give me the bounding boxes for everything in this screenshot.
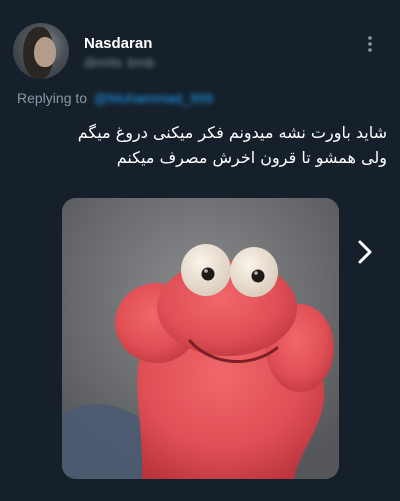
avatar-face (34, 37, 56, 67)
tweet-text-line: شاید باورت نشه میدونم فکر میکنی دروغ میگ… (77, 123, 387, 142)
author-name[interactable]: Nasdaran (84, 35, 152, 52)
replying-to-handle[interactable]: @Mohammad_999 (94, 90, 213, 106)
author-handle[interactable]: @milo_bmb (84, 56, 170, 68)
author-avatar[interactable] (13, 23, 69, 79)
tweet-text: شاید باورت نشه میدونم فکر میکنی دروغ میگ… (15, 120, 387, 170)
chevron-right-icon (352, 237, 378, 267)
replying-to-label: Replying to (17, 90, 88, 106)
replying-to: Replying to @Mohammad_999 (17, 90, 213, 106)
tweet-text-line: ولی همشو تا قرون اخرش مصرف میکنم (116, 148, 387, 167)
next-media-button[interactable] (352, 237, 378, 267)
more-vertical-icon (362, 34, 378, 54)
tweet-media-image[interactable] (62, 198, 339, 479)
more-options-button[interactable] (362, 34, 378, 54)
